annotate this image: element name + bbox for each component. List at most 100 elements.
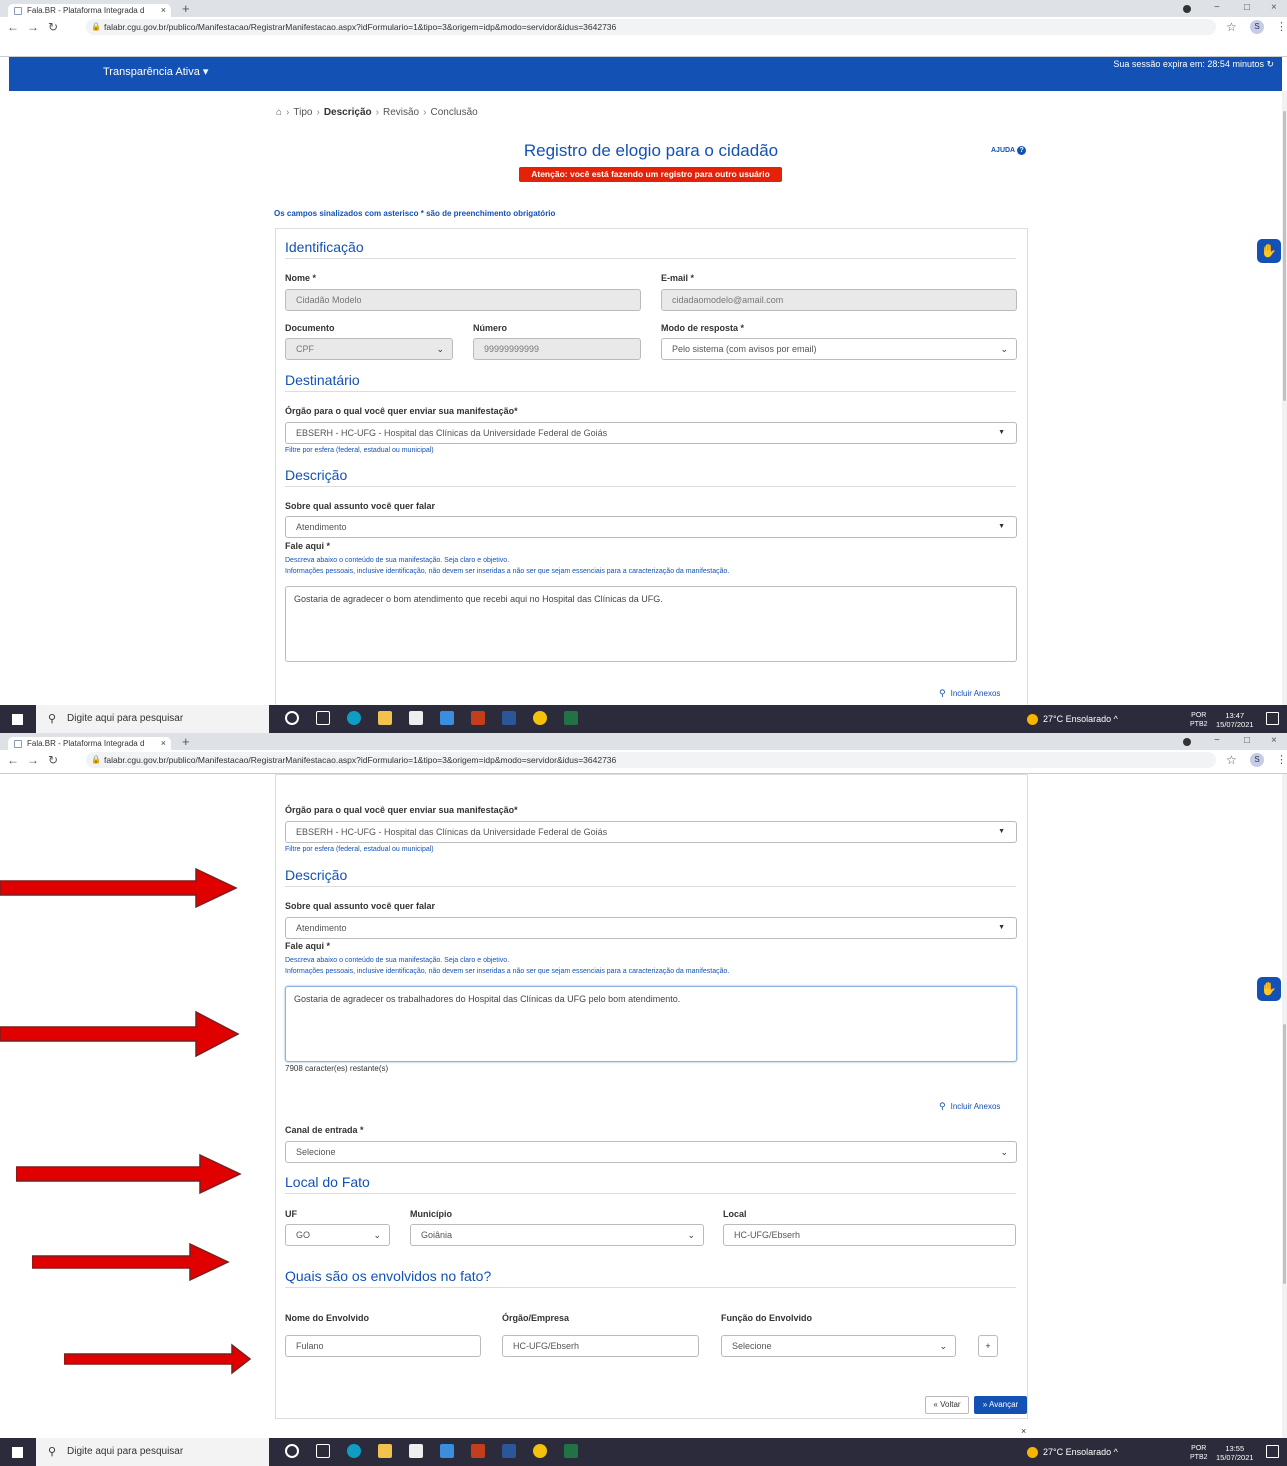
incluir-anexos-link[interactable]: ⚲ Incluir Anexos — [939, 688, 1000, 699]
manifestacao-textarea[interactable]: Gostaria de agradecer o bom atendimento … — [285, 586, 1017, 662]
chrome-icon[interactable] — [533, 711, 547, 725]
section-destinatario: Destinatário — [285, 372, 360, 388]
tab-close-icon[interactable]: × — [161, 737, 166, 750]
back-icon[interactable]: ← — [7, 20, 19, 34]
orgao-select[interactable]: EBSERH - HC-UFG - Hospital das Clínicas … — [285, 821, 1017, 843]
home-icon[interactable]: ⌂ — [276, 107, 282, 118]
excel-icon[interactable] — [564, 711, 578, 725]
browser-tab[interactable]: Fala.BR - Plataforma Integrada d × — [8, 737, 171, 750]
tab-close-icon[interactable]: × — [161, 4, 166, 17]
funcao-select[interactable]: Selecione ⌄ — [721, 1335, 956, 1357]
word-icon[interactable] — [502, 1444, 516, 1458]
documento-select[interactable]: CPF ⌄ — [285, 338, 453, 360]
scrollbar-thumb[interactable] — [1283, 1024, 1286, 1284]
chrome-icon[interactable] — [533, 1444, 547, 1458]
powerpoint-icon[interactable] — [471, 1444, 485, 1458]
scrollbar[interactable] — [1282, 91, 1287, 705]
transparencia-menu[interactable]: Transparência Ativa ▾ — [103, 65, 208, 78]
assunto-select[interactable]: Atendimento ▼ — [285, 516, 1017, 538]
clock[interactable]: 13:47 15/07/2021 — [1216, 711, 1254, 729]
vlibras-accessibility-icon[interactable]: ✋ — [1257, 977, 1281, 1001]
fale-help-1: Descreva abaixo o conteúdo de sua manife… — [285, 957, 510, 964]
forward-icon[interactable]: → — [27, 753, 39, 767]
browser-menu-icon[interactable]: ⋮ — [1276, 753, 1287, 766]
orgao-empresa-input[interactable]: HC-UFG/Ebserh — [502, 1335, 699, 1357]
taskbar-search[interactable]: ⚲ Digite aqui para pesquisar — [36, 705, 269, 733]
url-input[interactable]: 🔒 falabr.cgu.gov.br/publico/Manifestacao/… — [86, 19, 1216, 35]
reload-icon[interactable]: ↻ — [48, 753, 58, 767]
orgao-value: EBSERH - HC-UFG - Hospital das Clínicas … — [296, 428, 608, 438]
clock[interactable]: 13:55 15/07/2021 — [1216, 1444, 1254, 1462]
excel-icon[interactable] — [564, 1444, 578, 1458]
mail-icon[interactable] — [440, 1444, 454, 1458]
numero-input[interactable]: 99999999999 — [473, 338, 641, 360]
word-icon[interactable] — [502, 711, 516, 725]
close-window-button[interactable]: × — [1271, 2, 1277, 13]
notification-icon[interactable] — [1266, 712, 1279, 725]
uf-select[interactable]: GO ⌄ — [285, 1224, 390, 1246]
task-view-icon[interactable] — [316, 711, 330, 725]
fale-help-2: Informações pessoais, inclusive identifi… — [285, 568, 730, 575]
voltar-button[interactable]: « Voltar — [925, 1396, 969, 1414]
weather-widget[interactable]: 27°C Ensolarado ^ — [1027, 705, 1118, 733]
powerpoint-icon[interactable] — [471, 711, 485, 725]
profile-avatar[interactable]: S — [1250, 20, 1264, 34]
manifestacao-textarea[interactable]: Gostaria de agradecer os trabalhadores d… — [285, 986, 1017, 1062]
url-input[interactable]: 🔒 falabr.cgu.gov.br/publico/Manifestacao/… — [86, 752, 1216, 768]
close-window-button[interactable]: × — [1271, 735, 1277, 746]
cortana-icon[interactable] — [285, 711, 299, 725]
explorer-icon[interactable] — [378, 711, 392, 725]
scrollbar-thumb[interactable] — [1283, 111, 1286, 401]
bookmark-star-icon[interactable]: ☆ — [1226, 20, 1237, 34]
vlibras-accessibility-icon[interactable]: ✋ — [1257, 239, 1281, 263]
weather-widget[interactable]: 27°C Ensolarado ^ — [1027, 1438, 1118, 1466]
store-icon[interactable] — [409, 1444, 423, 1458]
minimize-button[interactable]: − — [1214, 2, 1220, 13]
add-envolvido-button[interactable]: + — [978, 1335, 998, 1357]
modo-resposta-select[interactable]: Pelo sistema (com avisos por email) ⌄ — [661, 338, 1017, 360]
mail-icon[interactable] — [440, 711, 454, 725]
reload-icon[interactable]: ↻ — [48, 20, 58, 34]
windows-start-icon[interactable] — [12, 714, 23, 725]
new-tab-button[interactable]: + — [182, 2, 190, 15]
email-input[interactable]: cidadaomodelo@amail.com — [661, 289, 1017, 311]
edge-icon[interactable] — [347, 711, 361, 725]
bookmark-star-icon[interactable]: ☆ — [1226, 753, 1237, 767]
browser-menu-icon[interactable]: ⋮ — [1276, 20, 1287, 33]
orgao-select[interactable]: EBSERH - HC-UFG - Hospital das Clínicas … — [285, 422, 1017, 444]
language-indicator[interactable]: POR PTB2 — [1190, 1444, 1208, 1462]
avancar-button[interactable]: » Avançar — [974, 1396, 1027, 1414]
nome-envolvido-input[interactable]: Fulano — [285, 1335, 481, 1357]
filtro-esfera-link[interactable]: Filtre por esfera (federal, estadual ou … — [285, 845, 434, 854]
nome-input[interactable]: Cidadão Modelo — [285, 289, 641, 311]
taskbar-search[interactable]: ⚲ Digite aqui para pesquisar — [36, 1438, 269, 1466]
forward-icon[interactable]: → — [27, 20, 39, 34]
back-icon[interactable]: ← — [7, 753, 19, 767]
edge-icon[interactable] — [347, 1444, 361, 1458]
notification-icon[interactable] — [1266, 1445, 1279, 1458]
help-link[interactable]: AJUDA? — [991, 146, 1027, 155]
language-indicator[interactable]: POR PTB2 — [1190, 711, 1208, 729]
filtro-esfera-link[interactable]: Filtre por esfera (federal, estadual ou … — [285, 446, 434, 455]
municipio-select[interactable]: Goiânia ⌄ — [410, 1224, 704, 1246]
close-icon[interactable]: × — [1021, 1426, 1026, 1436]
taskbar-search-text: Digite aqui para pesquisar — [67, 1446, 184, 1457]
minimize-button[interactable]: − — [1214, 735, 1220, 746]
windows-start-icon[interactable] — [12, 1447, 23, 1458]
local-input[interactable]: HC-UFG/Ebserh — [723, 1224, 1016, 1246]
browser-tab[interactable]: Fala.BR - Plataforma Integrada d × — [8, 4, 171, 17]
new-tab-button[interactable]: + — [182, 735, 190, 748]
assunto-select[interactable]: Atendimento ▼ — [285, 917, 1017, 939]
crumb-tipo[interactable]: Tipo — [293, 107, 312, 118]
canal-select[interactable]: Selecione ⌄ — [285, 1141, 1017, 1163]
task-view-icon[interactable] — [316, 1444, 330, 1458]
explorer-icon[interactable] — [378, 1444, 392, 1458]
store-icon[interactable] — [409, 711, 423, 725]
maximize-button[interactable]: □ — [1244, 735, 1250, 746]
cortana-icon[interactable] — [285, 1444, 299, 1458]
scrollbar[interactable] — [1282, 774, 1287, 1438]
maximize-button[interactable]: □ — [1244, 2, 1250, 13]
lang-text: POR — [1191, 1445, 1207, 1452]
incluir-anexos-link[interactable]: ⚲ Incluir Anexos — [939, 1101, 1000, 1112]
profile-avatar[interactable]: S — [1250, 753, 1264, 767]
